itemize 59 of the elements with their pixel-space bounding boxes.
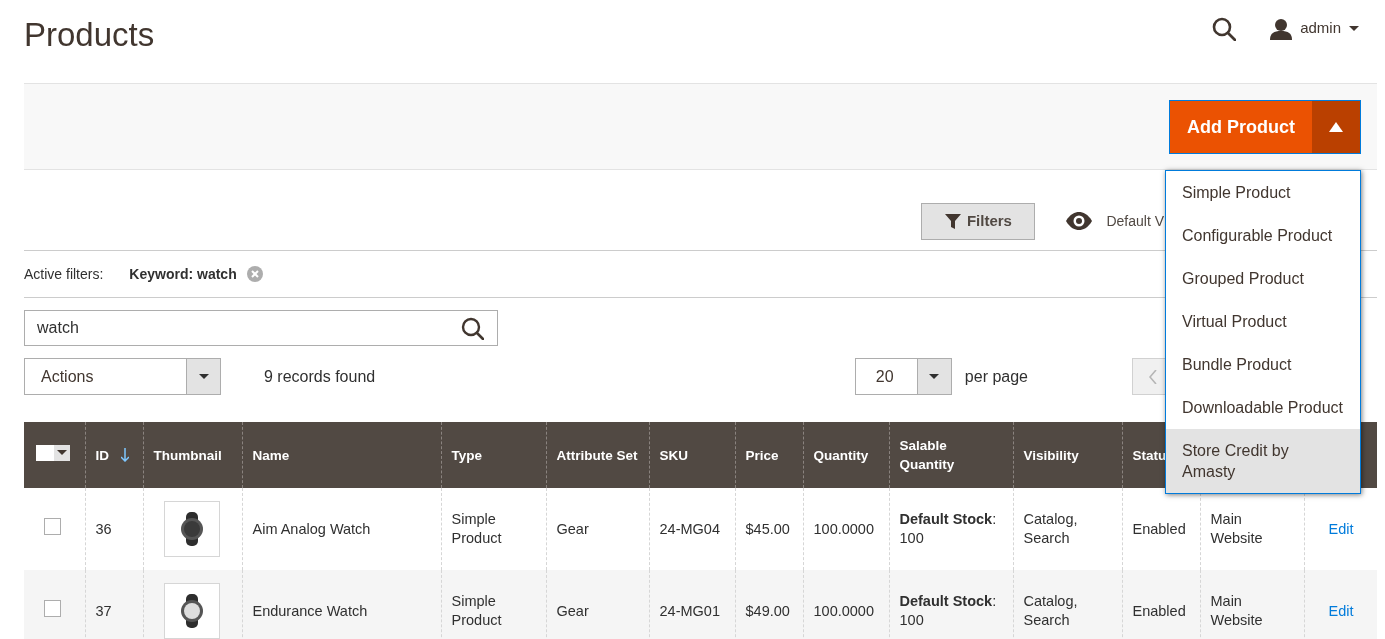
user-menu[interactable]: admin [1270,17,1359,40]
edit-link[interactable]: Edit [1328,602,1354,619]
table-cell: $49.00 [745,602,790,619]
table-cell: Main Website [1210,593,1263,628]
table-cell: Catalog, Search [1023,593,1078,628]
user-icon [1270,17,1293,40]
search-icon[interactable] [1212,16,1237,41]
per-page-label: per page [964,366,1028,387]
table-cell: Catalog, Search [1023,511,1078,546]
eye-icon [1066,212,1093,230]
table-cell: Main Website [1210,511,1263,546]
per-page-select[interactable]: 20 [854,358,952,395]
mass-select-checkbox[interactable] [36,444,70,461]
table-cell: 37 [95,602,112,619]
table-cell: 24-MG04 [659,520,720,537]
filters-button[interactable]: Filters [921,202,1036,240]
caret-icon [929,374,940,379]
table-cell: 100.0000 [813,520,874,537]
caret-icon [57,450,67,455]
menu-item[interactable]: Downloadable Product [1166,386,1360,429]
search-icon[interactable] [461,317,484,340]
caret-icon [198,374,209,379]
row-checkbox[interactable] [44,518,61,535]
active-filters-label: Active filters: [24,264,104,284]
filter-label: Keyword: watch [129,264,237,284]
table-cell: Aim Analog Watch [252,520,371,537]
actions-select[interactable]: Actions [24,358,221,395]
dropdown-toggle-button[interactable] [1312,101,1360,153]
table-cell: $45.00 [745,520,790,537]
column-header[interactable]: ID [95,445,109,465]
menu-item[interactable]: Store Credit by Amasty [1166,429,1360,493]
table-cell: Gear [556,520,589,537]
menu-item[interactable]: Grouped Product [1166,257,1360,300]
table-cell: Enabled [1132,520,1186,537]
menu-item[interactable]: Virtual Product [1166,300,1360,343]
table-cell: Enabled [1132,602,1186,619]
table-cell: Simple Product [451,511,502,546]
menu-item[interactable]: Bundle Product [1166,343,1360,386]
row-checkbox[interactable] [44,600,61,617]
table-cell: Default Stock: 100 [899,511,997,546]
page-title: Products [24,14,155,55]
view-switcher[interactable]: Default V [1106,210,1164,232]
edit-link[interactable]: Edit [1328,520,1354,537]
table-cell: 24-MG01 [659,602,720,619]
menu-item[interactable]: Simple Product [1166,171,1360,214]
table-cell: Endurance Watch [252,602,368,619]
funnel-icon [944,213,961,229]
chevron-left-icon [1149,369,1157,384]
caret-icon [1349,26,1359,31]
table-cell: Simple Product [451,593,502,628]
menu-item[interactable]: Configurable Product [1166,214,1360,257]
table-cell: 100.0000 [813,602,874,619]
product-photo-placeholder [163,501,220,557]
add-product-button[interactable]: Add Product [1170,101,1312,153]
records-count: 9 records found [264,366,376,387]
table-cell: 36 [95,520,112,537]
table-cell: Default Stock: 100 [899,593,997,628]
table-cell: Gear [556,602,589,619]
search-field[interactable]: watch [24,310,498,346]
